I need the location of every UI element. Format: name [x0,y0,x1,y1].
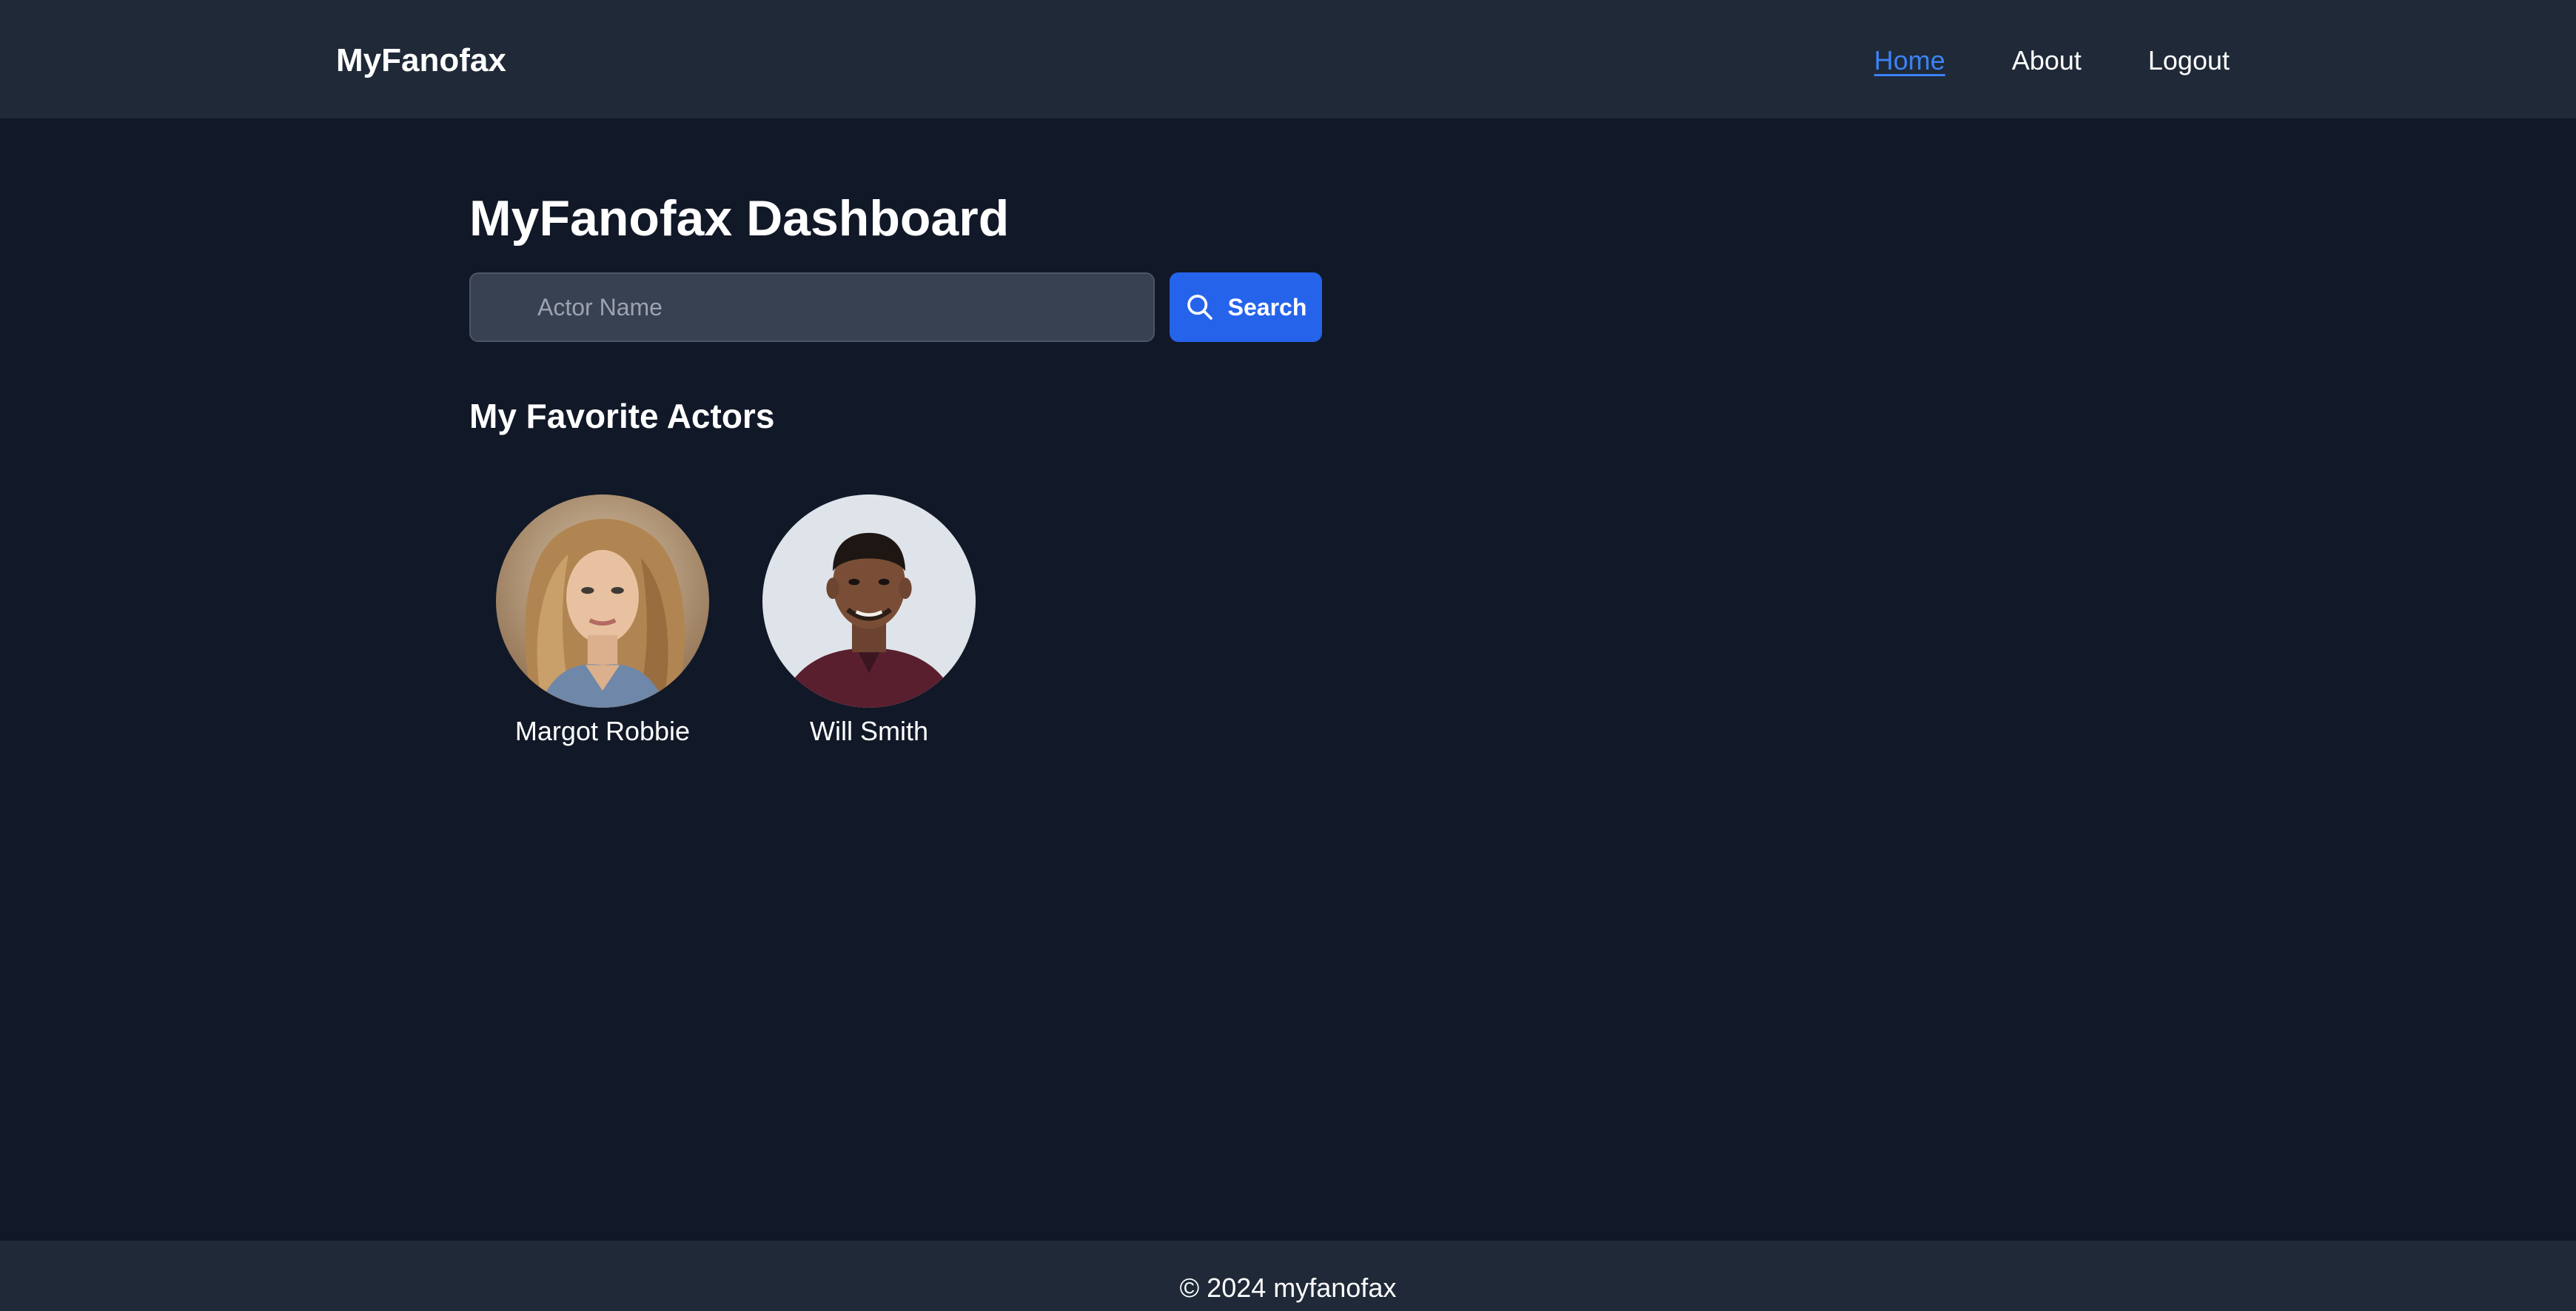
actor-name: Margot Robbie [514,716,691,746]
actor-card[interactable]: Will Smith [762,494,976,749]
nav-logout-link[interactable]: Logout [2148,36,2230,86]
footer-copyright: © 2024 myfanofax [1179,1273,1397,1303]
favorite-actors-list: Margot Robbie Will Smith [496,494,976,749]
search-bar: Search [469,272,1322,342]
search-button-label: Search [1227,293,1307,321]
page: MyFanofax Home About Logout MyFanofax Da… [0,0,2576,1311]
page-title: MyFanofax Dashboard [469,190,1010,247]
actor-card[interactable]: Margot Robbie [496,494,709,749]
favorites-heading: My Favorite Actors [469,397,775,435]
nav-about-link[interactable]: About [2012,36,2082,86]
actor-photo [762,494,976,708]
search-button[interactable]: Search [1170,272,1322,342]
actor-search-input[interactable] [469,272,1155,342]
actor-name: Will Smith [810,716,928,746]
brand-logo[interactable]: MyFanofax [336,38,506,83]
top-navbar: MyFanofax Home About Logout [0,0,2576,118]
footer: © 2024 myfanofax [0,1241,2576,1311]
nav-home-link[interactable]: Home [1874,36,1945,86]
dashboard-main: MyFanofax Dashboard Search My Favorite A… [469,185,2098,746]
main-nav: Home About Logout [1874,36,2230,86]
search-icon [1187,295,1212,320]
actor-photo [496,494,709,708]
